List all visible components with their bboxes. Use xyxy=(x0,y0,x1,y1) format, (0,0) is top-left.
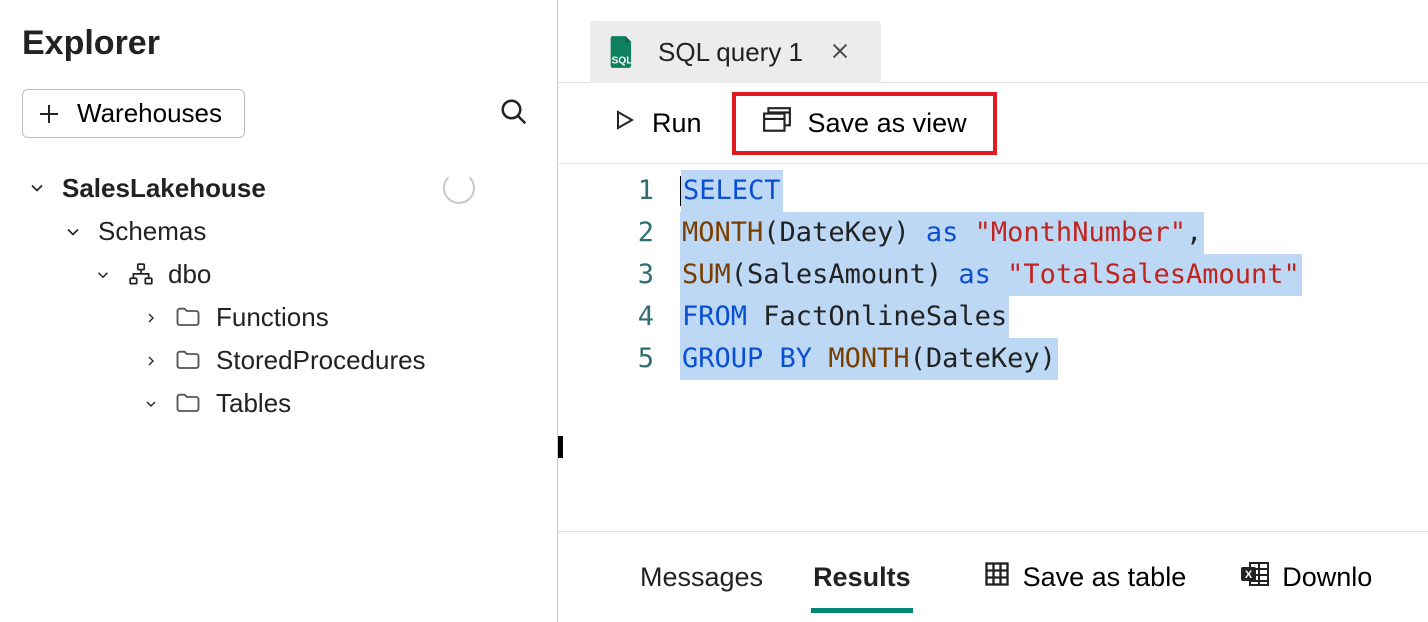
search-button[interactable] xyxy=(493,91,535,136)
chevron-down-icon xyxy=(142,396,160,412)
editor-toolbar: Run Save as view xyxy=(558,83,1428,164)
tree-node-label: Functions xyxy=(216,302,329,333)
svg-text:SQL: SQL xyxy=(612,55,633,66)
download-label: Downlo xyxy=(1282,562,1372,593)
excel-icon: X xyxy=(1240,560,1270,595)
tree-node-functions[interactable]: Functions xyxy=(22,296,535,339)
tree-node-label: SalesLakehouse xyxy=(62,173,266,204)
chevron-down-icon xyxy=(92,266,114,284)
explorer-panel: Explorer Warehouses xyxy=(0,0,558,622)
windows-stack-icon xyxy=(762,106,792,141)
plus-icon xyxy=(37,102,61,126)
line-number: 5 xyxy=(558,338,654,380)
code-line: FROM FactOnlineSales xyxy=(680,296,1428,338)
explorer-title: Explorer xyxy=(22,24,535,63)
table-grid-icon xyxy=(983,560,1011,595)
folder-icon xyxy=(174,390,202,418)
editor-panel: SQL SQL query 1 Run xyxy=(558,0,1428,622)
tree-node-label: StoredProcedures xyxy=(216,345,426,376)
tree-node-label: dbo xyxy=(168,259,211,290)
chevron-right-icon xyxy=(142,310,160,326)
sql-file-icon: SQL xyxy=(608,35,636,69)
svg-text:X: X xyxy=(1245,569,1253,581)
play-icon xyxy=(612,106,636,141)
line-number: 3 xyxy=(558,254,654,296)
line-number: 4 xyxy=(558,296,654,338)
line-number: 1 xyxy=(558,170,654,212)
run-button-label: Run xyxy=(652,108,702,139)
chevron-right-icon xyxy=(142,353,160,369)
tab-label: SQL query 1 xyxy=(658,37,803,68)
code-line: GROUP BY MONTH(DateKey) xyxy=(680,338,1428,380)
download-excel-button[interactable]: X Downlo xyxy=(1236,554,1376,601)
code-line: SELECT xyxy=(680,170,1428,212)
tab-bar: SQL SQL query 1 xyxy=(558,0,1428,83)
chevron-down-icon xyxy=(26,178,48,198)
warehouses-button-label: Warehouses xyxy=(77,98,222,129)
tab-messages[interactable]: Messages xyxy=(638,552,765,603)
tree-node-schemas[interactable]: Schemas xyxy=(22,210,535,253)
tree-node-tables[interactable]: Tables xyxy=(22,382,535,425)
code-line: MONTH(DateKey) as "MonthNumber", xyxy=(680,212,1428,254)
folder-icon xyxy=(174,304,202,332)
search-icon xyxy=(499,115,529,130)
split-handle-icon[interactable] xyxy=(558,436,563,458)
tab-close-button[interactable] xyxy=(825,36,855,69)
schema-icon xyxy=(128,262,154,288)
code-line: SUM(SalesAmount) as "TotalSalesAmount" xyxy=(680,254,1428,296)
run-button[interactable]: Run xyxy=(594,96,720,151)
save-as-table-label: Save as table xyxy=(1023,562,1187,593)
tree-node-saleslakehouse[interactable]: SalesLakehouse xyxy=(22,166,535,210)
save-as-table-button[interactable]: Save as table xyxy=(979,554,1191,601)
save-as-view-button[interactable]: Save as view xyxy=(736,96,993,151)
results-tabstrip: Messages Results Save as table X xyxy=(558,531,1428,622)
add-warehouses-button[interactable]: Warehouses xyxy=(22,89,245,138)
tree-node-dbo[interactable]: dbo xyxy=(22,253,535,296)
explorer-tree: SalesLakehouse Schemas xyxy=(22,166,535,425)
tab-results[interactable]: Results xyxy=(811,552,913,603)
close-icon xyxy=(829,50,851,65)
folder-icon xyxy=(174,347,202,375)
line-number: 2 xyxy=(558,212,654,254)
tree-node-label: Schemas xyxy=(98,216,206,247)
chevron-down-icon xyxy=(62,222,84,242)
tree-node-storedprocedures[interactable]: StoredProcedures xyxy=(22,339,535,382)
save-as-view-highlight: Save as view xyxy=(732,92,997,155)
tree-node-label: Tables xyxy=(216,388,291,419)
save-as-view-label: Save as view xyxy=(808,108,967,139)
tab-sql-query-1[interactable]: SQL SQL query 1 xyxy=(590,21,881,83)
loading-spinner-icon xyxy=(443,172,475,204)
